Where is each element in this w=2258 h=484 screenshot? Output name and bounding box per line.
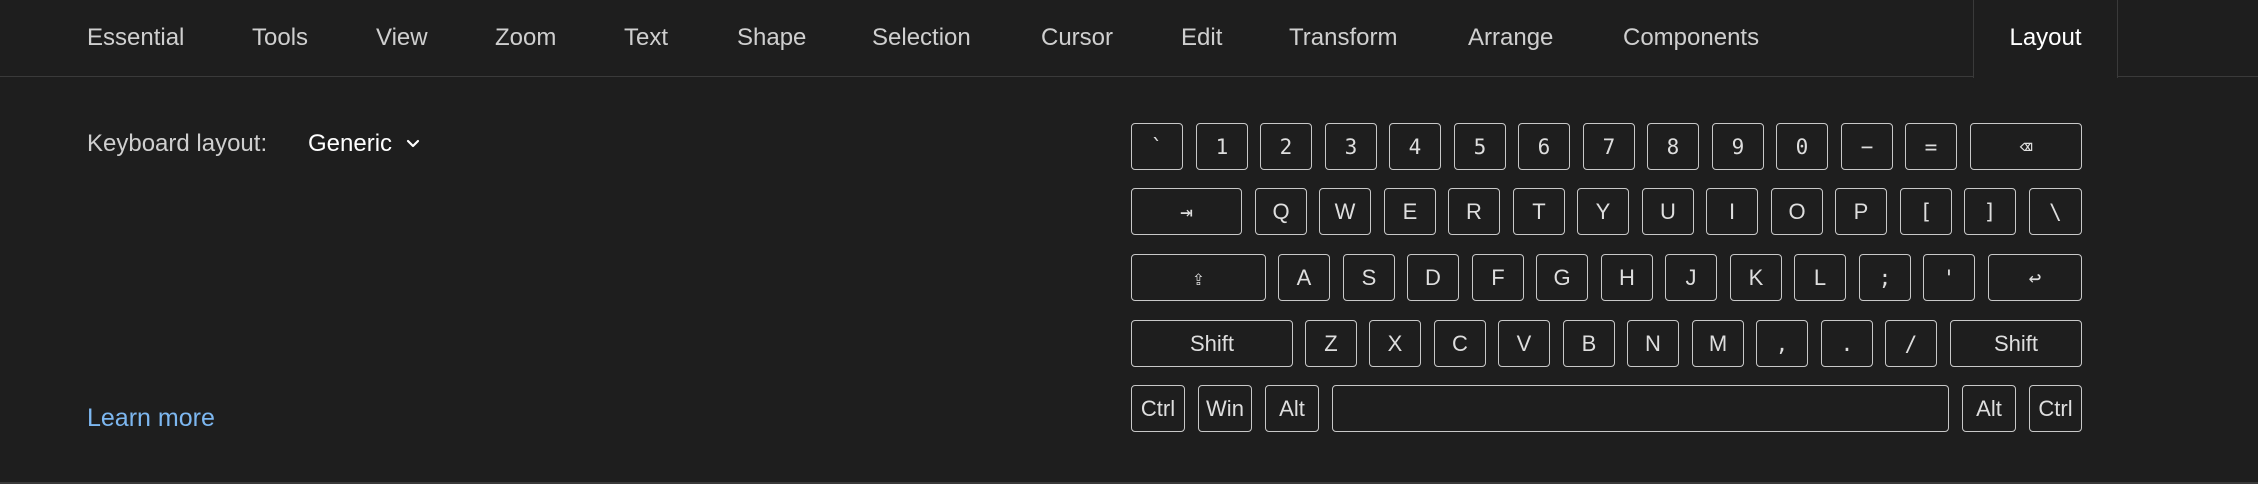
key-k[interactable]: K <box>1730 254 1782 301</box>
key-tab[interactable]: ⇥ <box>1131 188 1242 235</box>
top-tab-bar: Essential Tools View Zoom Text Shape Sel… <box>0 0 2258 78</box>
key-w[interactable]: W <box>1319 188 1371 235</box>
key-9[interactable]: 9 <box>1712 123 1764 170</box>
key-y[interactable]: Y <box>1577 188 1629 235</box>
key-backtick[interactable]: ` <box>1131 123 1183 170</box>
key-e[interactable]: E <box>1384 188 1436 235</box>
key-right-bracket[interactable]: ] <box>1964 188 2016 235</box>
tab-essential[interactable]: Essential <box>87 0 184 77</box>
tab-arrange[interactable]: Arrange <box>1468 0 1553 77</box>
key-alt-right[interactable]: Alt <box>1962 385 2016 432</box>
key-equals[interactable]: = <box>1905 123 1957 170</box>
key-u[interactable]: U <box>1642 188 1694 235</box>
key-ctrl-right[interactable]: Ctrl <box>2029 385 2082 432</box>
key-r[interactable]: R <box>1448 188 1500 235</box>
keyboard-layout-value: Generic <box>308 130 393 157</box>
key-b[interactable]: B <box>1563 320 1615 367</box>
tab-tools[interactable]: Tools <box>252 0 308 77</box>
key-o[interactable]: O <box>1771 188 1823 235</box>
tab-selection[interactable]: Selection <box>872 0 971 77</box>
key-a[interactable]: A <box>1278 254 1330 301</box>
key-comma[interactable]: , <box>1756 320 1808 367</box>
key-shift-right[interactable]: Shift <box>1950 320 2082 367</box>
key-3[interactable]: 3 <box>1325 123 1377 170</box>
key-2[interactable]: 2 <box>1260 123 1312 170</box>
key-5[interactable]: 5 <box>1454 123 1506 170</box>
key-backspace[interactable]: ⌫ <box>1970 123 2082 170</box>
key-left-bracket[interactable]: [ <box>1900 188 1952 235</box>
key-6[interactable]: 6 <box>1518 123 1570 170</box>
key-minus[interactable]: − <box>1841 123 1893 170</box>
key-1[interactable]: 1 <box>1196 123 1248 170</box>
key-win[interactable]: Win <box>1198 385 1252 432</box>
key-j[interactable]: J <box>1665 254 1717 301</box>
key-v[interactable]: V <box>1498 320 1550 367</box>
keyboard-layout-label: Keyboard layout: <box>87 130 268 157</box>
key-0[interactable]: 0 <box>1776 123 1828 170</box>
key-4[interactable]: 4 <box>1389 123 1441 170</box>
tab-shape[interactable]: Shape <box>737 0 806 77</box>
key-f[interactable]: F <box>1472 254 1524 301</box>
tab-transform[interactable]: Transform <box>1289 0 1397 77</box>
key-shift-left[interactable]: Shift <box>1131 320 1293 367</box>
learn-more-link[interactable]: Learn more <box>87 404 215 433</box>
key-c[interactable]: C <box>1434 320 1486 367</box>
key-h[interactable]: H <box>1601 254 1653 301</box>
tab-components[interactable]: Components <box>1623 0 1759 77</box>
key-z[interactable]: Z <box>1305 320 1357 367</box>
key-period[interactable]: . <box>1821 320 1873 367</box>
key-semicolon[interactable]: ; <box>1859 254 1911 301</box>
key-s[interactable]: S <box>1343 254 1395 301</box>
key-caps-lock[interactable]: ⇪ <box>1131 254 1266 301</box>
key-q[interactable]: Q <box>1255 188 1307 235</box>
key-8[interactable]: 8 <box>1647 123 1699 170</box>
key-g[interactable]: G <box>1536 254 1588 301</box>
key-ctrl-left[interactable]: Ctrl <box>1131 385 1185 432</box>
tab-text[interactable]: Text <box>624 0 668 77</box>
key-t[interactable]: T <box>1513 188 1565 235</box>
tab-edit[interactable]: Edit <box>1181 0 1222 77</box>
key-enter[interactable]: ↩ <box>1988 254 2082 301</box>
key-n[interactable]: N <box>1627 320 1679 367</box>
key-space[interactable] <box>1332 385 1949 432</box>
tab-layout[interactable]: Layout <box>1973 0 2118 78</box>
key-apostrophe[interactable]: ' <box>1923 254 1975 301</box>
tab-cursor[interactable]: Cursor <box>1041 0 1113 77</box>
keyboard-layout-select[interactable]: Generic <box>308 130 420 158</box>
key-7[interactable]: 7 <box>1583 123 1635 170</box>
key-slash[interactable]: / <box>1885 320 1937 367</box>
key-alt-left[interactable]: Alt <box>1265 385 1319 432</box>
chevron-down-icon <box>406 139 420 149</box>
key-p[interactable]: P <box>1835 188 1887 235</box>
key-m[interactable]: M <box>1692 320 1744 367</box>
tab-view[interactable]: View <box>376 0 428 77</box>
tab-zoom[interactable]: Zoom <box>495 0 556 77</box>
key-l[interactable]: L <box>1794 254 1846 301</box>
key-d[interactable]: D <box>1407 254 1459 301</box>
key-x[interactable]: X <box>1369 320 1421 367</box>
key-backslash[interactable]: \ <box>2029 188 2082 235</box>
key-i[interactable]: I <box>1706 188 1758 235</box>
